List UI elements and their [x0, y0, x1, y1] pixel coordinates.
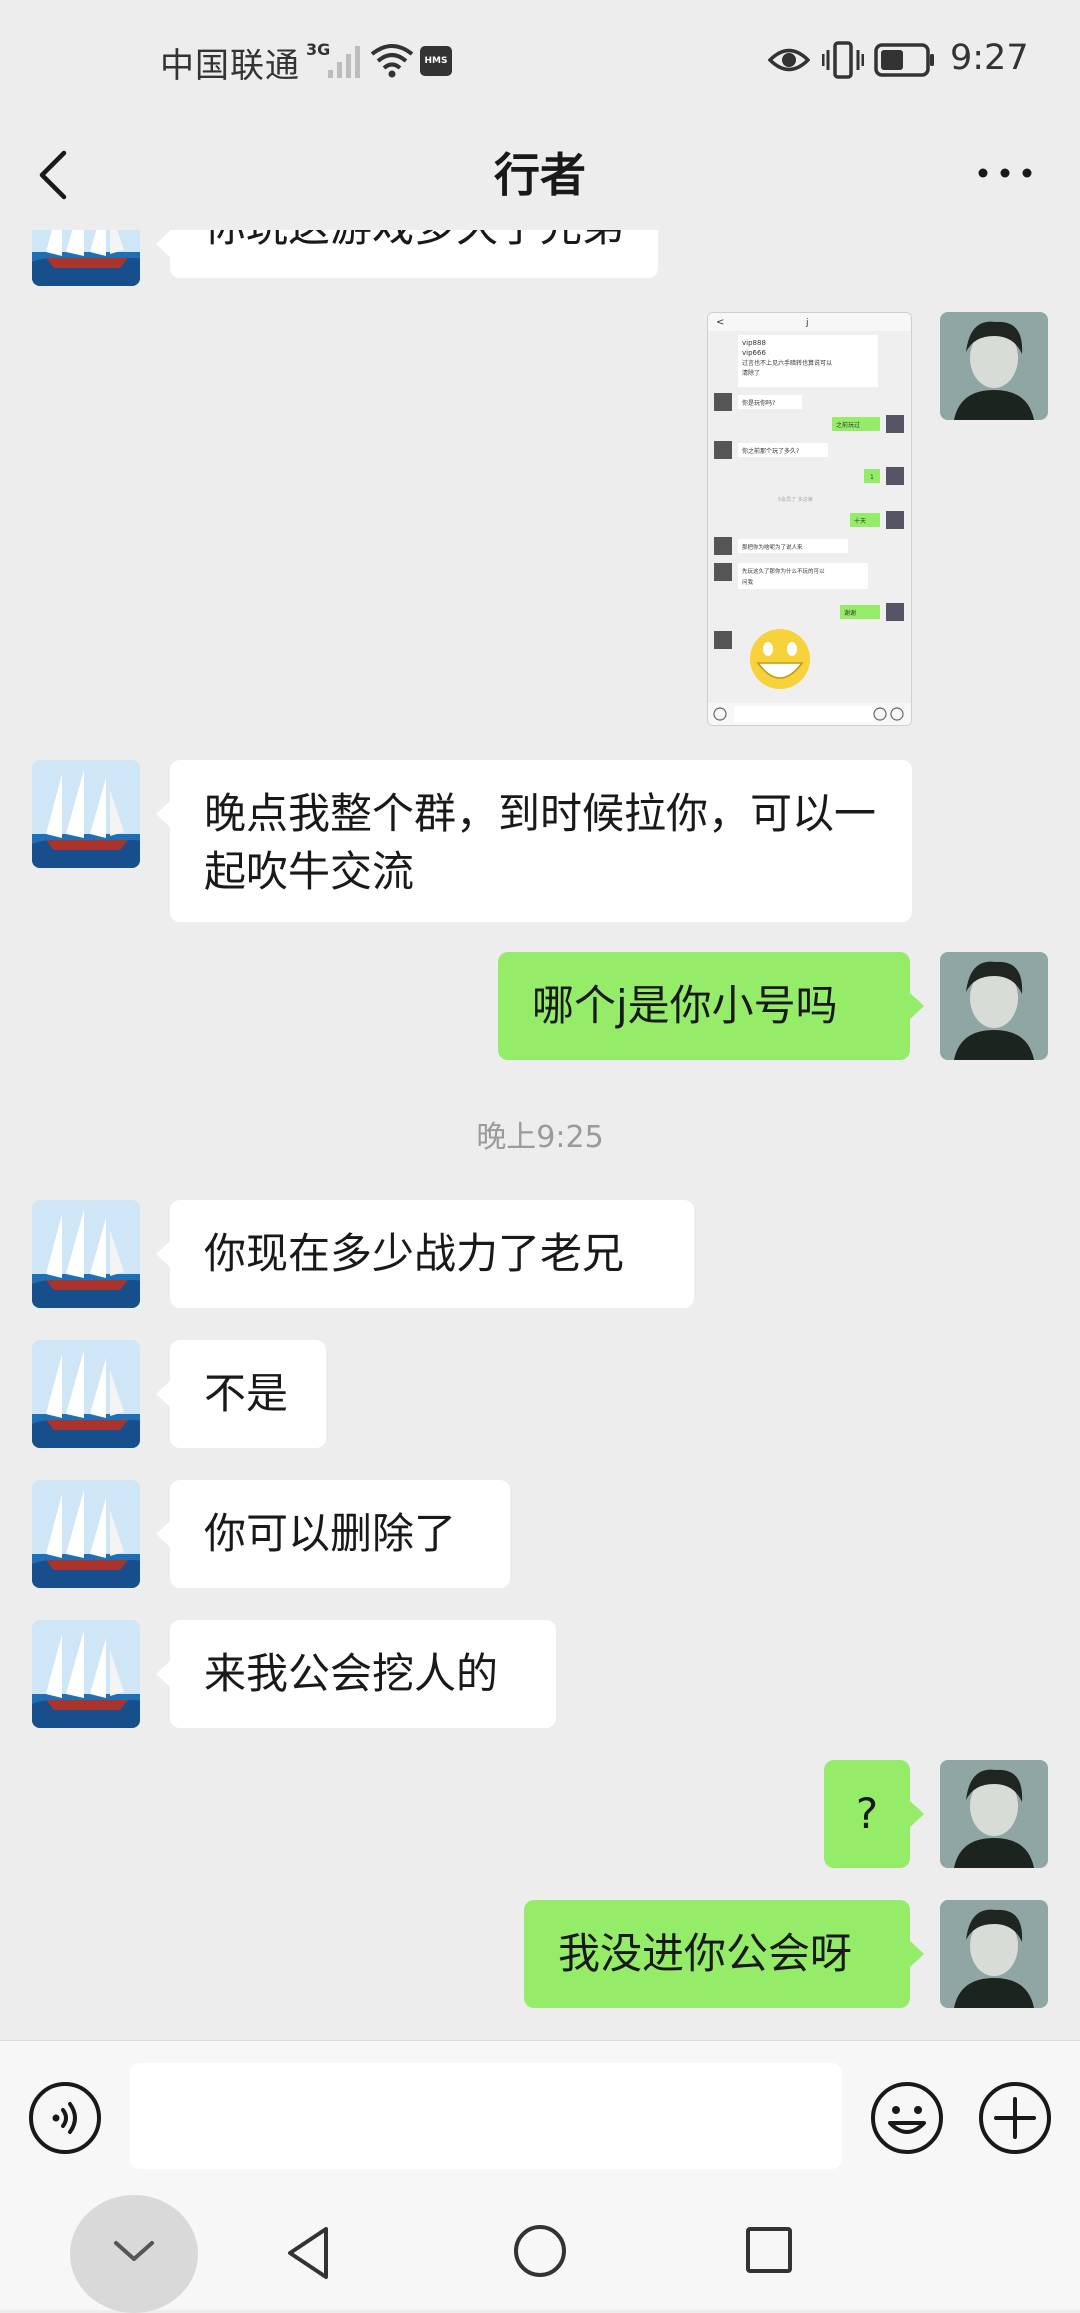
my-avatar[interactable] [940, 312, 1048, 420]
message-text: 你可以删除了 [204, 1509, 457, 1558]
thumb-title: j [805, 318, 809, 328]
svg-text:你之前那个玩了多久?: 你之前那个玩了多久? [742, 447, 799, 455]
my-avatar[interactable] [940, 1760, 1048, 1868]
emoji-icon[interactable] [868, 2079, 946, 2157]
svg-text:谢谢: 谢谢 [844, 609, 856, 617]
svg-text:那把你为啥呢为了说人来: 那把你为啥呢为了说人来 [742, 543, 803, 551]
nav-back-icon[interactable] [282, 2223, 336, 2283]
contact-avatar[interactable] [32, 230, 140, 286]
nav-recent-icon[interactable] [744, 2225, 794, 2275]
message-bubble-outgoing[interactable]: 我没进你公会呀 [524, 1900, 924, 2008]
contact-avatar[interactable] [32, 1480, 140, 1588]
signal-icon [324, 44, 364, 78]
my-avatar[interactable] [940, 952, 1048, 1060]
chat-header: 行者 [0, 125, 1080, 230]
message-text: 不是 [204, 1369, 289, 1418]
svg-text:<: < [716, 317, 724, 328]
message-timestamp: 晚上9:25 [476, 1120, 604, 1155]
message-text: 晚点我整个群，到时候拉你，可以一起吹牛交流 [204, 789, 877, 896]
nav-collapse-button[interactable] [70, 2195, 198, 2313]
message-text: ? [855, 1789, 879, 1838]
plus-icon[interactable] [976, 2079, 1054, 2157]
wifi-icon [370, 44, 414, 78]
message-text: 你现在多少战力了老兄 [204, 1229, 625, 1278]
message-bubble-incoming[interactable]: 不是 [156, 1340, 326, 1448]
carrier-label: 中国联通 [160, 46, 300, 86]
message-bubble-outgoing[interactable]: 哪个j是你小号吗 [498, 952, 924, 1060]
svg-text:vip888: vip888 [742, 339, 766, 347]
svg-text:先玩这久了那你为什么不玩的可以: 先玩这久了那你为什么不玩的可以 [742, 567, 825, 575]
contact-avatar[interactable] [32, 760, 140, 868]
svg-text:1: 1 [870, 474, 874, 481]
svg-text:清除了: 清除了 [742, 369, 760, 377]
system-nav-bar [0, 2195, 1080, 2313]
message-input[interactable] [130, 2063, 842, 2169]
my-avatar[interactable] [940, 1900, 1048, 2008]
status-bar: 中国联通 3G HMS 9:27 [0, 0, 1080, 125]
voice-icon[interactable] [26, 2079, 104, 2157]
message-bubble-outgoing[interactable]: ? [824, 1760, 924, 1868]
message-bubble-incoming[interactable]: 来我公会挖人的 [156, 1620, 556, 1728]
svg-text:之前玩过: 之前玩过 [836, 421, 860, 429]
chat-input-bar [0, 2040, 1080, 2196]
message-text: 你玩这游戏多久了兄弟 [204, 230, 624, 251]
clock: 9:27 [950, 38, 1029, 78]
message-text: 哪个j是你小号吗 [532, 981, 838, 1030]
message-list[interactable]: 你玩这游戏多久了兄弟 < j vip888 vip666 过言也不上见六手暗转也… [0, 230, 1080, 2040]
svg-text:你是玩你吗?: 你是玩你吗? [742, 399, 775, 407]
vibrate-icon [822, 41, 864, 79]
svg-text:过言也不上见六手暗转也算说可以: 过言也不上见六手暗转也算说可以 [742, 359, 832, 367]
more-dots-icon[interactable] [975, 161, 1035, 185]
contact-avatar[interactable] [32, 1620, 140, 1728]
battery-icon [874, 43, 934, 77]
chevron-down-icon [114, 2241, 154, 2261]
message-text: 我没进你公会呀 [558, 1929, 853, 1978]
svg-text:vip666: vip666 [742, 349, 766, 357]
message-bubble-incoming[interactable]: 你现在多少战力了老兄 [156, 1200, 694, 1308]
contact-avatar[interactable] [32, 1200, 140, 1308]
eye-icon [768, 48, 810, 72]
image-message[interactable]: < j vip888 vip666 过言也不上见六手暗转也算说可以 清除了 你是… [707, 312, 912, 726]
svg-text:问我: 问我 [742, 578, 754, 586]
svg-text:十天: 十天 [854, 517, 866, 525]
nav-home-icon[interactable] [512, 2223, 568, 2279]
hms-badge: HMS [420, 46, 452, 76]
contact-avatar[interactable] [32, 1340, 140, 1448]
chat-title: 行者 [494, 148, 586, 202]
message-bubble-incoming[interactable]: 你可以删除了 [156, 1480, 510, 1588]
message-bubble-incoming[interactable]: 晚点我整个群，到时候拉你，可以一起吹牛交流 [156, 760, 912, 922]
svg-text:5会员了 多这第: 5会员了 多这第 [778, 496, 813, 503]
message-text: 来我公会挖人的 [204, 1649, 499, 1698]
message-bubble-incoming[interactable]: 你玩这游戏多久了兄弟 [155, 230, 659, 278]
